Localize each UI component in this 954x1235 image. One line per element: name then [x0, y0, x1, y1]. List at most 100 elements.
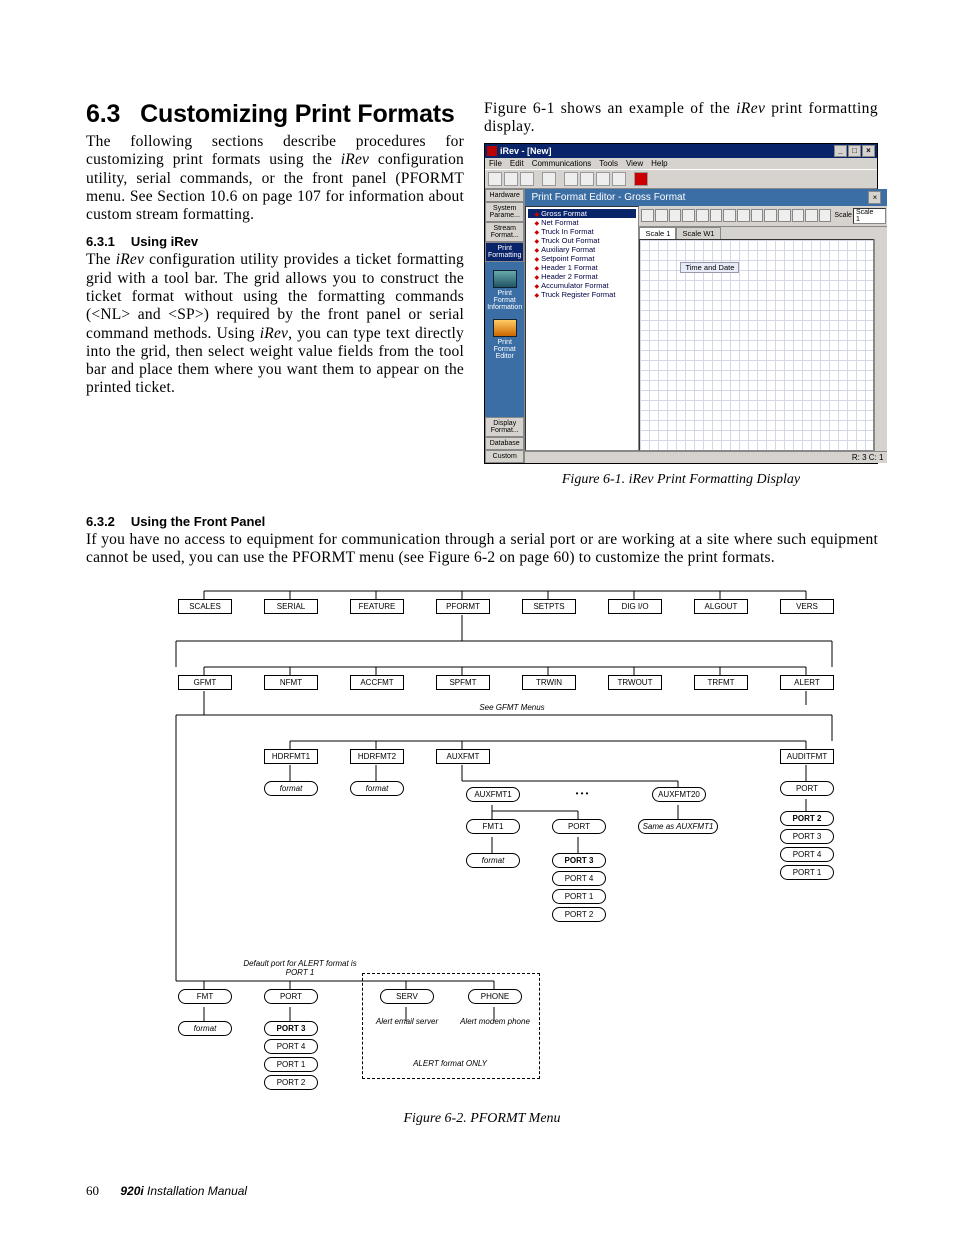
window-title: iRev - [New]	[500, 146, 552, 156]
tb-stop[interactable]	[634, 172, 648, 186]
pformt-diagram: SCALES SERIAL FEATURE PFORMT SETPTS DIG …	[122, 581, 842, 1101]
port-audit-1: PORT 3	[780, 829, 834, 844]
menu-comm[interactable]: Communications	[532, 159, 592, 168]
gt-5[interactable]	[696, 209, 709, 222]
min-button[interactable]: _	[834, 145, 847, 157]
tb-cut[interactable]	[564, 172, 578, 186]
node-trfmt: TRFMT	[694, 675, 748, 690]
figure2-caption: Figure 6-2. PFORMT Menu	[86, 1111, 878, 1127]
side-db[interactable]: Database	[485, 437, 524, 450]
node-scales: SCALES	[178, 599, 232, 614]
tb-new[interactable]	[488, 172, 502, 186]
side-dispfmt[interactable]: Display Format...	[485, 417, 524, 437]
side-streamfmt[interactable]: Stream Format...	[485, 222, 524, 242]
gt-14[interactable]	[819, 209, 832, 222]
label-phone: Alert modem phone	[460, 1017, 530, 1026]
node-digio: DIG I/O	[608, 599, 662, 614]
node-port-aux: PORT	[552, 819, 606, 834]
sub1-number: 6.3.1	[86, 234, 115, 249]
tb-paste[interactable]	[596, 172, 610, 186]
node-feature: FEATURE	[350, 599, 404, 614]
label-alert-only: ALERT format ONLY	[390, 1059, 510, 1068]
tree-truckreg[interactable]: Truck Register Format	[528, 290, 636, 299]
sub2-title: Using the Front Panel	[131, 514, 265, 529]
editor-close-icon[interactable]: ×	[868, 191, 881, 204]
scale-select[interactable]: Scale 1	[853, 208, 886, 224]
side-editor-icon[interactable]: Print Format Editor	[485, 315, 524, 364]
tb-undo[interactable]	[612, 172, 626, 186]
node-algout: ALGOUT	[694, 599, 748, 614]
footer-manual: Installation Manual	[144, 1184, 247, 1198]
node-gfmt: GFMT	[178, 675, 232, 690]
side-printfmt[interactable]: Print Formatting	[485, 242, 524, 262]
titlebar: iRev - [New] _ □ ×	[485, 144, 877, 158]
menu-view[interactable]: View	[626, 159, 643, 168]
menu-help[interactable]: Help	[651, 159, 667, 168]
tab-strip: Scale 1 Scale W1	[639, 227, 887, 239]
tb-save[interactable]	[520, 172, 534, 186]
oval-alert-format: format	[178, 1021, 232, 1036]
vertical-scrollbar[interactable]	[874, 239, 887, 451]
grid-field-timedate[interactable]: Time and Date	[680, 262, 739, 273]
port-aux-1: PORT 4	[552, 871, 606, 886]
app-icon	[487, 146, 497, 156]
side-custom[interactable]: Custom	[485, 450, 524, 463]
menu-tools[interactable]: Tools	[599, 159, 618, 168]
gt-10[interactable]	[764, 209, 777, 222]
tree-truckin[interactable]: Truck In Format	[528, 227, 636, 236]
oval-hdrfmt2: format	[350, 781, 404, 796]
tree-truckout[interactable]: Truck Out Format	[528, 236, 636, 245]
tree-aux[interactable]: Auxiliary Format	[528, 245, 636, 254]
footer-model: 920i	[120, 1184, 143, 1198]
gt-8[interactable]	[737, 209, 750, 222]
tree-net[interactable]: Net Format	[528, 218, 636, 227]
port-alert-3: PORT 2	[264, 1075, 318, 1090]
section-title-text: Customizing Print Formats	[140, 100, 454, 128]
tree-h1[interactable]: Header 1 Format	[528, 263, 636, 272]
side-sysparam[interactable]: System Parame...	[485, 202, 524, 222]
menu-file[interactable]: File	[489, 159, 502, 168]
gt-13[interactable]	[805, 209, 818, 222]
gt-4[interactable]	[682, 209, 695, 222]
section-heading: 6.3Customizing Print Formats	[86, 100, 464, 129]
format-grid[interactable]: Time and Date	[639, 239, 874, 451]
node-auxfmt1: AUXFMT1	[466, 787, 520, 802]
tree-acc[interactable]: Accumulator Format	[528, 281, 636, 290]
tb-print[interactable]	[542, 172, 556, 186]
node-serial: SERIAL	[264, 599, 318, 614]
subheading-2: 6.3.2Using the Front Panel	[86, 514, 878, 529]
side-hardware[interactable]: Hardware	[485, 189, 524, 202]
gt-7[interactable]	[723, 209, 736, 222]
port-audit-0: PORT 2	[780, 811, 834, 826]
main-toolbar	[485, 169, 877, 189]
side-info-icon[interactable]: Print Format Information	[485, 266, 524, 315]
gt-12[interactable]	[792, 209, 805, 222]
port-alert-0: PORT 3	[264, 1021, 318, 1036]
menu-edit[interactable]: Edit	[510, 159, 524, 168]
intro-paragraph: The following sections describe procedur…	[86, 133, 464, 224]
max-button[interactable]: □	[848, 145, 861, 157]
node-hdrfmt1: HDRFMT1	[264, 749, 318, 764]
gt-11[interactable]	[778, 209, 791, 222]
port-aux-2: PORT 1	[552, 889, 606, 904]
node-alert-fmt: FMT	[178, 989, 232, 1004]
status-rc: R: 3 C: 1	[852, 453, 884, 462]
format-tree: Gross Format Net Format Truck In Format …	[525, 206, 639, 451]
tb-copy[interactable]	[580, 172, 594, 186]
gt-2[interactable]	[655, 209, 668, 222]
close-button[interactable]: ×	[862, 145, 875, 157]
tb-open[interactable]	[504, 172, 518, 186]
tree-gross[interactable]: Gross Format	[528, 209, 636, 218]
tree-setpoint[interactable]: Setpoint Format	[528, 254, 636, 263]
tree-h2[interactable]: Header 2 Format	[528, 272, 636, 281]
tab-scalew1[interactable]: Scale W1	[676, 227, 720, 239]
gt-3[interactable]	[669, 209, 682, 222]
node-nfmt: NFMT	[264, 675, 318, 690]
port-alert-2: PORT 1	[264, 1057, 318, 1072]
gt-1[interactable]	[641, 209, 654, 222]
tab-scale1[interactable]: Scale 1	[639, 227, 676, 239]
port-alert-1: PORT 4	[264, 1039, 318, 1054]
gt-9[interactable]	[751, 209, 764, 222]
port-audit-2: PORT 4	[780, 847, 834, 862]
gt-6[interactable]	[710, 209, 723, 222]
